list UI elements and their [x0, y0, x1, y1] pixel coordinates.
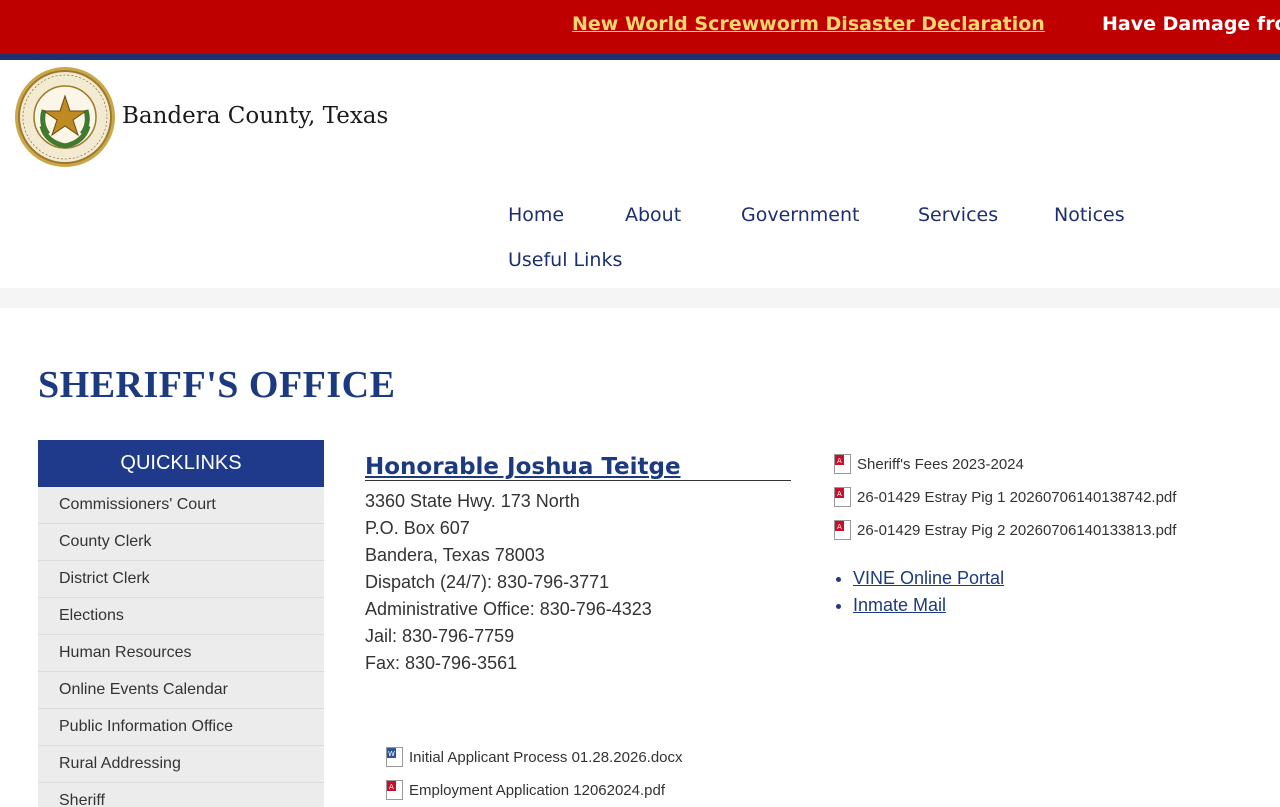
pdf-icon: A [834, 454, 851, 474]
inmate-mail-link[interactable]: Inmate Mail [853, 595, 946, 615]
document-link[interactable]: A 26-01429 Estray Pig 1 2026070614013874… [834, 487, 1176, 507]
word-doc-icon: W [386, 747, 403, 767]
quicklink-commissioners-court[interactable]: Commissioners' Court [38, 487, 324, 524]
contact-fax: Fax: 830-796-3561 [365, 653, 518, 673]
external-links-list: VINE Online Portal Inmate Mail [835, 565, 1004, 619]
document-label: Sheriff's Fees 2023-2024 [857, 455, 1024, 473]
document-label: 26-01429 Estray Pig 2 20260706140133813.… [857, 521, 1177, 539]
county-seal-logo[interactable] [14, 66, 116, 168]
quicklink-county-clerk[interactable]: County Clerk [38, 524, 324, 561]
svg-text:W: W [388, 750, 395, 758]
quicklink-human-resources[interactable]: Human Resources [38, 635, 324, 672]
svg-text:A: A [837, 490, 842, 498]
svg-text:A: A [837, 457, 842, 465]
nav-home[interactable]: Home [508, 204, 564, 226]
pdf-icon: A [386, 780, 403, 800]
alert-banner: New World Screwworm Disaster Declaration… [0, 0, 1280, 54]
quicklink-elections[interactable]: Elections [38, 598, 324, 635]
svg-text:A: A [837, 523, 842, 531]
quicklink-online-events-calendar[interactable]: Online Events Calendar [38, 672, 324, 709]
sheriff-contact-info: 3360 State Hwy. 173 North P.O. Box 607 B… [365, 488, 652, 677]
contact-po-box: P.O. Box 607 [365, 518, 470, 538]
vine-online-portal-link[interactable]: VINE Online Portal [853, 568, 1004, 588]
alert-link-screwworm[interactable]: New World Screwworm Disaster Declaration [572, 13, 1045, 35]
list-item: VINE Online Portal [853, 565, 1004, 592]
document-label: Employment Application 12062024.pdf [409, 781, 666, 799]
document-label: 26-01429 Estray Pig 1 20260706140138742.… [857, 488, 1177, 506]
quicklink-public-information-office[interactable]: Public Information Office [38, 709, 324, 746]
alert-link-damage[interactable]: Have Damage from [1102, 13, 1280, 35]
quicklink-sheriff[interactable]: Sheriff [38, 783, 324, 807]
pdf-icon: A [834, 520, 851, 540]
pdf-icon: A [834, 487, 851, 507]
nav-about[interactable]: About [625, 204, 681, 226]
svg-text:A: A [389, 783, 394, 791]
document-link[interactable]: W Initial Applicant Process 01.28.2026.d… [386, 747, 683, 767]
contact-city-state-zip: Bandera, Texas 78003 [365, 545, 545, 565]
sheriff-name-link[interactable]: Honorable Joshua Teitge [365, 454, 791, 481]
nav-useful-links[interactable]: Useful Links [508, 249, 622, 271]
document-link[interactable]: A 26-01429 Estray Pig 2 2026070614013381… [834, 520, 1176, 540]
header-divider-band [0, 288, 1280, 308]
nav-government[interactable]: Government [741, 204, 860, 226]
alert-divider [0, 54, 1280, 60]
contact-jail: Jail: 830-796-7759 [365, 626, 515, 646]
contact-address-street: 3360 State Hwy. 173 North [365, 491, 580, 511]
list-item: Inmate Mail [853, 592, 1004, 619]
document-link[interactable]: A Sheriff's Fees 2023-2024 [834, 454, 1024, 474]
page-title: SHERIFF'S OFFICE [38, 364, 396, 406]
contact-admin-office: Administrative Office: 830-796-4323 [365, 599, 652, 619]
contact-dispatch: Dispatch (24/7): 830-796-3771 [365, 572, 610, 592]
document-label: Initial Applicant Process 01.28.2026.doc… [409, 748, 683, 766]
quicklinks-header: QUICKLINKS [38, 440, 324, 487]
nav-notices[interactable]: Notices [1054, 204, 1125, 226]
quicklink-rural-addressing[interactable]: Rural Addressing [38, 746, 324, 783]
quicklinks-list: Commissioners' Court County Clerk Distri… [38, 487, 324, 807]
document-link[interactable]: A Employment Application 12062024.pdf [386, 780, 665, 800]
nav-services[interactable]: Services [918, 204, 998, 226]
site-name[interactable]: Bandera County, Texas [122, 103, 388, 129]
quicklink-district-clerk[interactable]: District Clerk [38, 561, 324, 598]
